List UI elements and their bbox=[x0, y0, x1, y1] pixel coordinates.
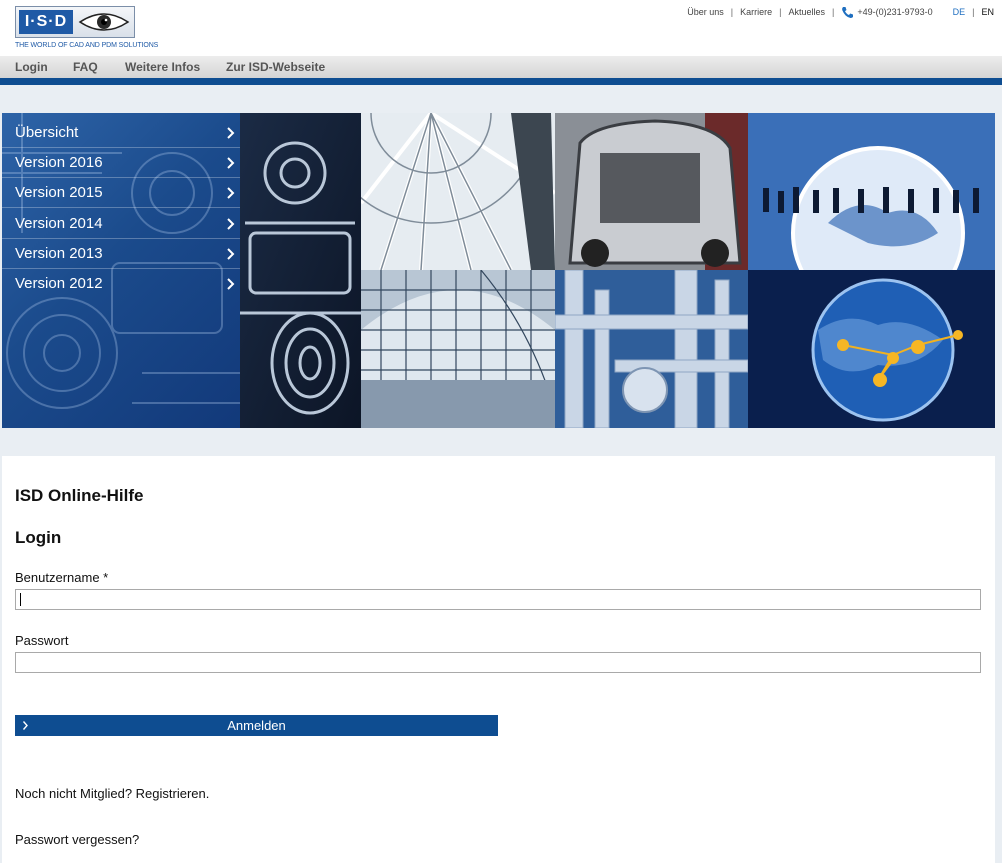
menu-item-version-2014[interactable]: Version 2014 bbox=[2, 209, 240, 239]
nav-accent-bar bbox=[0, 78, 1002, 85]
nav-faq[interactable]: FAQ bbox=[73, 60, 98, 74]
phone-contact[interactable]: +49-(0)231-9793-0 bbox=[841, 6, 933, 19]
nav-login[interactable]: Login bbox=[15, 60, 48, 74]
text-cursor bbox=[20, 593, 21, 606]
glass-hall-photo bbox=[361, 270, 555, 428]
menu-item-version-2016[interactable]: Version 2016 bbox=[2, 148, 240, 178]
password-label: Passwort bbox=[15, 633, 69, 648]
login-heading: Login bbox=[15, 528, 62, 547]
menu-item-uebersicht[interactable]: Übersicht bbox=[2, 118, 240, 148]
hero-banner: Übersicht Version 2016 Version 2015 Vers… bbox=[2, 113, 995, 428]
topnav-link-aktuelles[interactable]: Aktuelles bbox=[788, 7, 825, 18]
menu-item-version-2013[interactable]: Version 2013 bbox=[2, 239, 240, 269]
eye-icon bbox=[78, 13, 130, 31]
menu-item-label: Version 2014 bbox=[15, 215, 103, 232]
menu-item-label: Version 2013 bbox=[15, 245, 103, 262]
username-label: Benutzername * bbox=[15, 570, 109, 585]
industrial-pipes-photo bbox=[555, 270, 748, 428]
nav-isd-webseite[interactable]: Zur ISD-Webseite bbox=[226, 60, 325, 74]
isd-logo[interactable]: I·S·D THE WORLD OF CAD AND PDM SOLUTIONS bbox=[15, 6, 158, 50]
chevron-right-icon bbox=[227, 248, 235, 260]
topnav-separator: | bbox=[779, 7, 782, 17]
engine-photo bbox=[240, 113, 361, 428]
menu-item-label: Übersicht bbox=[15, 124, 79, 141]
nav-weitere-infos[interactable]: Weitere Infos bbox=[125, 60, 200, 74]
utility-nav: Über uns | Karriere | Aktuelles | +49-(0… bbox=[687, 6, 994, 19]
chevron-right-icon bbox=[227, 278, 235, 290]
site-header: I·S·D THE WORLD OF CAD AND PDM SOLUTIONS… bbox=[0, 0, 1002, 56]
phone-number: +49-(0)231-9793-0 bbox=[857, 7, 933, 17]
lang-de-link[interactable]: DE bbox=[953, 7, 966, 18]
register-link[interactable]: Noch nicht Mitglied? Registrieren. bbox=[15, 786, 209, 802]
chevron-right-icon bbox=[227, 187, 235, 199]
chevron-right-icon bbox=[227, 127, 235, 139]
menu-item-label: Version 2016 bbox=[15, 154, 103, 171]
menu-item-label: Version 2012 bbox=[15, 275, 103, 292]
chevron-right-icon bbox=[227, 157, 235, 169]
menu-item-version-2015[interactable]: Version 2015 bbox=[2, 178, 240, 208]
login-submit-label: Anmelden bbox=[227, 718, 286, 733]
ferris-wheel-photo bbox=[361, 113, 555, 270]
topnav-separator: | bbox=[972, 7, 975, 17]
password-input[interactable] bbox=[15, 652, 981, 673]
logo-tagline: THE WORLD OF CAD AND PDM SOLUTIONS bbox=[15, 42, 159, 49]
topnav-separator: | bbox=[730, 7, 734, 17]
username-input[interactable] bbox=[15, 589, 981, 610]
forgot-password-link[interactable]: Passwort vergessen? bbox=[15, 832, 139, 848]
page-title: ISD Online-Hilfe bbox=[15, 486, 144, 505]
topnav-link-ueber-uns[interactable]: Über uns bbox=[687, 7, 724, 18]
login-panel: ISD Online-Hilfe Login Benutzername * Pa… bbox=[2, 456, 995, 863]
version-menu: Übersicht Version 2016 Version 2015 Vers… bbox=[2, 113, 240, 428]
car-body-photo bbox=[555, 113, 748, 270]
logo-frame: I·S·D bbox=[15, 6, 135, 38]
business-globe-photo bbox=[748, 113, 995, 270]
topnav-separator: | bbox=[831, 7, 835, 17]
login-submit-button[interactable]: Anmelden bbox=[15, 715, 498, 736]
main-nav: Login FAQ Weitere Infos Zur ISD-Webseite bbox=[0, 56, 1002, 78]
lang-en-link[interactable]: EN bbox=[981, 7, 994, 18]
menu-item-label: Version 2015 bbox=[15, 184, 103, 201]
chevron-right-icon bbox=[227, 218, 235, 230]
network-globe-photo bbox=[748, 270, 995, 428]
phone-icon bbox=[842, 7, 854, 18]
menu-item-version-2012[interactable]: Version 2012 bbox=[2, 269, 240, 299]
logo-letters: I·S·D bbox=[19, 10, 73, 34]
topnav-link-karriere[interactable]: Karriere bbox=[740, 7, 772, 18]
